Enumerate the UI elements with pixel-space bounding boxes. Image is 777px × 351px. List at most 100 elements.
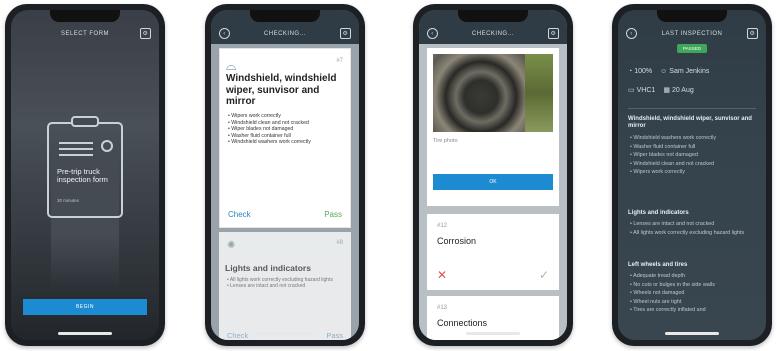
fuel-level: 100% [634,68,653,75]
settings-icon[interactable]: ⚙ [140,28,151,39]
pass-button[interactable]: Pass [326,331,343,340]
card-actions: Check Pass [228,210,342,219]
phone-notch [458,10,528,22]
begin-button[interactable]: BEGIN [23,299,147,315]
driver-icon: ☺ [660,68,668,75]
settings-icon[interactable]: ⚙ [340,28,351,39]
tire-photo[interactable] [433,54,553,132]
back-icon[interactable]: ‹ [626,28,637,39]
photo-card: Tire photo OK [427,48,559,206]
section-title: Left wheels and tires [628,262,688,268]
phone-checking-list: ‹ CHECKING... ⚙ ⌓ #7 Windshield, windshi… [205,4,365,346]
check-item-corrosion: #12 Corrosion ✕ ✓ [427,214,559,290]
last-inspection-screen: ‹ LAST INSPECTION ⚙ PASSED ◔ 100% ☺ Sam Je… [618,10,766,340]
section-list: Windshield washers work correctly Washer… [630,134,762,177]
item-title: Corrosion [437,236,477,246]
section-title: Lights and indicators [628,210,689,216]
item-title: Connections [437,318,488,328]
list-item: Washer fluid container full [630,143,762,152]
header-title: SELECT FORM [60,31,110,37]
select-form-screen: SELECT FORM ⚙ Pre-trip truck inspection … [11,10,159,340]
item-number: #8 [336,240,343,246]
section-list: Adequate tread depth No cuts or bulges i… [630,272,762,315]
check-card-lights: ✺ #8 Lights and indicators • All lights … [219,232,351,340]
pass-checkmark-icon[interactable]: ✓ [539,269,549,281]
list-item: • Wiper blades not damaged [228,126,294,133]
header: SELECT FORM ⚙ [11,26,159,42]
settings-icon[interactable]: ⚙ [747,28,758,39]
home-indicator [665,332,719,335]
phone-select-form: SELECT FORM ⚙ Pre-trip truck inspection … [5,4,165,346]
item-number: #12 [437,223,448,229]
list-item: Wipers work correctly [630,168,762,177]
list-item: No cuts or bulges in the side walls [630,281,762,290]
list-item: Adequate tread depth [630,272,762,281]
list-item: • Lenses are intact and not cracked [227,283,306,289]
card-title: Lights and indicators [225,263,311,273]
section-list: Lenses are intact and not cracked All li… [630,220,762,237]
checklist: • All lights work correctly excluding ha… [227,277,345,289]
phone-notch [250,10,320,22]
list-item: Wheel nuts are tight [630,298,762,307]
check-card-windshield: ⌓ #7 Windshield, windshield wiper, sunvi… [219,48,351,228]
form-lines-icon [59,142,93,160]
photo-caption: Tire photo [433,138,458,144]
inspection-date: 20 Aug [671,86,694,94]
inspection-meta-row: ◔ 100% ☺ Sam Jenkins [628,68,760,75]
list-item: Tires are correctly inflated and [630,306,762,315]
list-item: Wheels not damaged [630,289,762,298]
divider [628,108,756,109]
checking-screen: ‹ CHECKING... ⚙ ⌓ #7 Windshield, windshi… [211,10,359,340]
checklist: • Wipers work correctly • Windshield cle… [228,113,346,146]
home-indicator [58,332,112,335]
header-title: LAST INSPECTION [661,31,723,37]
vehicle-id: VHC1 [636,86,656,94]
list-item: • Wipers work correctly [228,113,281,119]
list-item: • Windshield washers work correctly [228,139,311,146]
section-title: Windshield, windshield wiper, sunvisor a… [628,116,752,129]
ok-button[interactable]: OK [433,174,553,190]
list-item: Windshield clean and not cracked [630,160,762,169]
item-number: #7 [336,58,343,64]
card-title: Windshield, windshield wiper, sunvisor a… [226,73,337,107]
settings-icon[interactable]: ⚙ [548,28,559,39]
fail-x-icon[interactable]: ✕ [437,269,447,281]
form-card[interactable]: Pre-trip truck inspection form 30 minute… [47,116,123,218]
phone-notch [657,10,727,22]
header-title: CHECKING... [471,31,515,37]
app-showcase: SELECT FORM ⚙ Pre-trip truck inspection … [0,0,777,351]
list-item: • Washer fluid container full [228,132,291,139]
checking-photo-screen: ‹ CHECKING... ⚙ Tire photo OK #12 Corros… [419,10,567,340]
header: ‹ CHECKING... ⚙ [211,26,359,42]
driver-name: Sam Jenkins [669,68,710,75]
list-item: All lights work correctly excluding haza… [630,229,762,238]
back-icon[interactable]: ‹ [427,28,438,39]
light-bulb-icon: ✺ [227,240,236,251]
item-number: #13 [437,305,448,311]
check-button[interactable]: Check [227,331,248,340]
phone-last-inspection: ‹ LAST INSPECTION ⚙ PASSED ◔ 100% ☺ Sam Je… [612,4,772,346]
clipboard-clip-icon [71,116,99,127]
header-title: CHECKING... [263,31,307,37]
windshield-wiper-icon: ⌓ [226,58,237,73]
check-button[interactable]: Check [228,210,251,219]
fuel-gauge-icon: ◔ [628,68,633,75]
form-title: Pre-trip truck inspection form [57,167,108,184]
status-badge: PASSED [677,44,707,53]
home-indicator [466,332,520,335]
header: ‹ LAST INSPECTION ⚙ [618,26,766,42]
list-item: • Windshield clean and not cracked [228,119,309,126]
inspection-meta-row: ▭ VHC1 ▦ 20 Aug [628,86,760,95]
gauge-icon [101,140,113,152]
back-icon[interactable]: ‹ [219,28,230,39]
phone-checking-photo: ‹ CHECKING... ⚙ Tire photo OK #12 Corros… [413,4,573,346]
phone-notch [50,10,120,22]
header: ‹ CHECKING... ⚙ [419,26,567,42]
truck-icon: ▭ [628,87,635,94]
list-item: Windshield washers work correctly [630,134,762,143]
form-duration: 30 minutes [57,198,80,203]
list-item: Wiper blades not damaged [630,151,762,160]
home-indicator [258,332,312,335]
calendar-icon: ▦ [663,87,670,94]
pass-button[interactable]: Pass [324,210,342,219]
